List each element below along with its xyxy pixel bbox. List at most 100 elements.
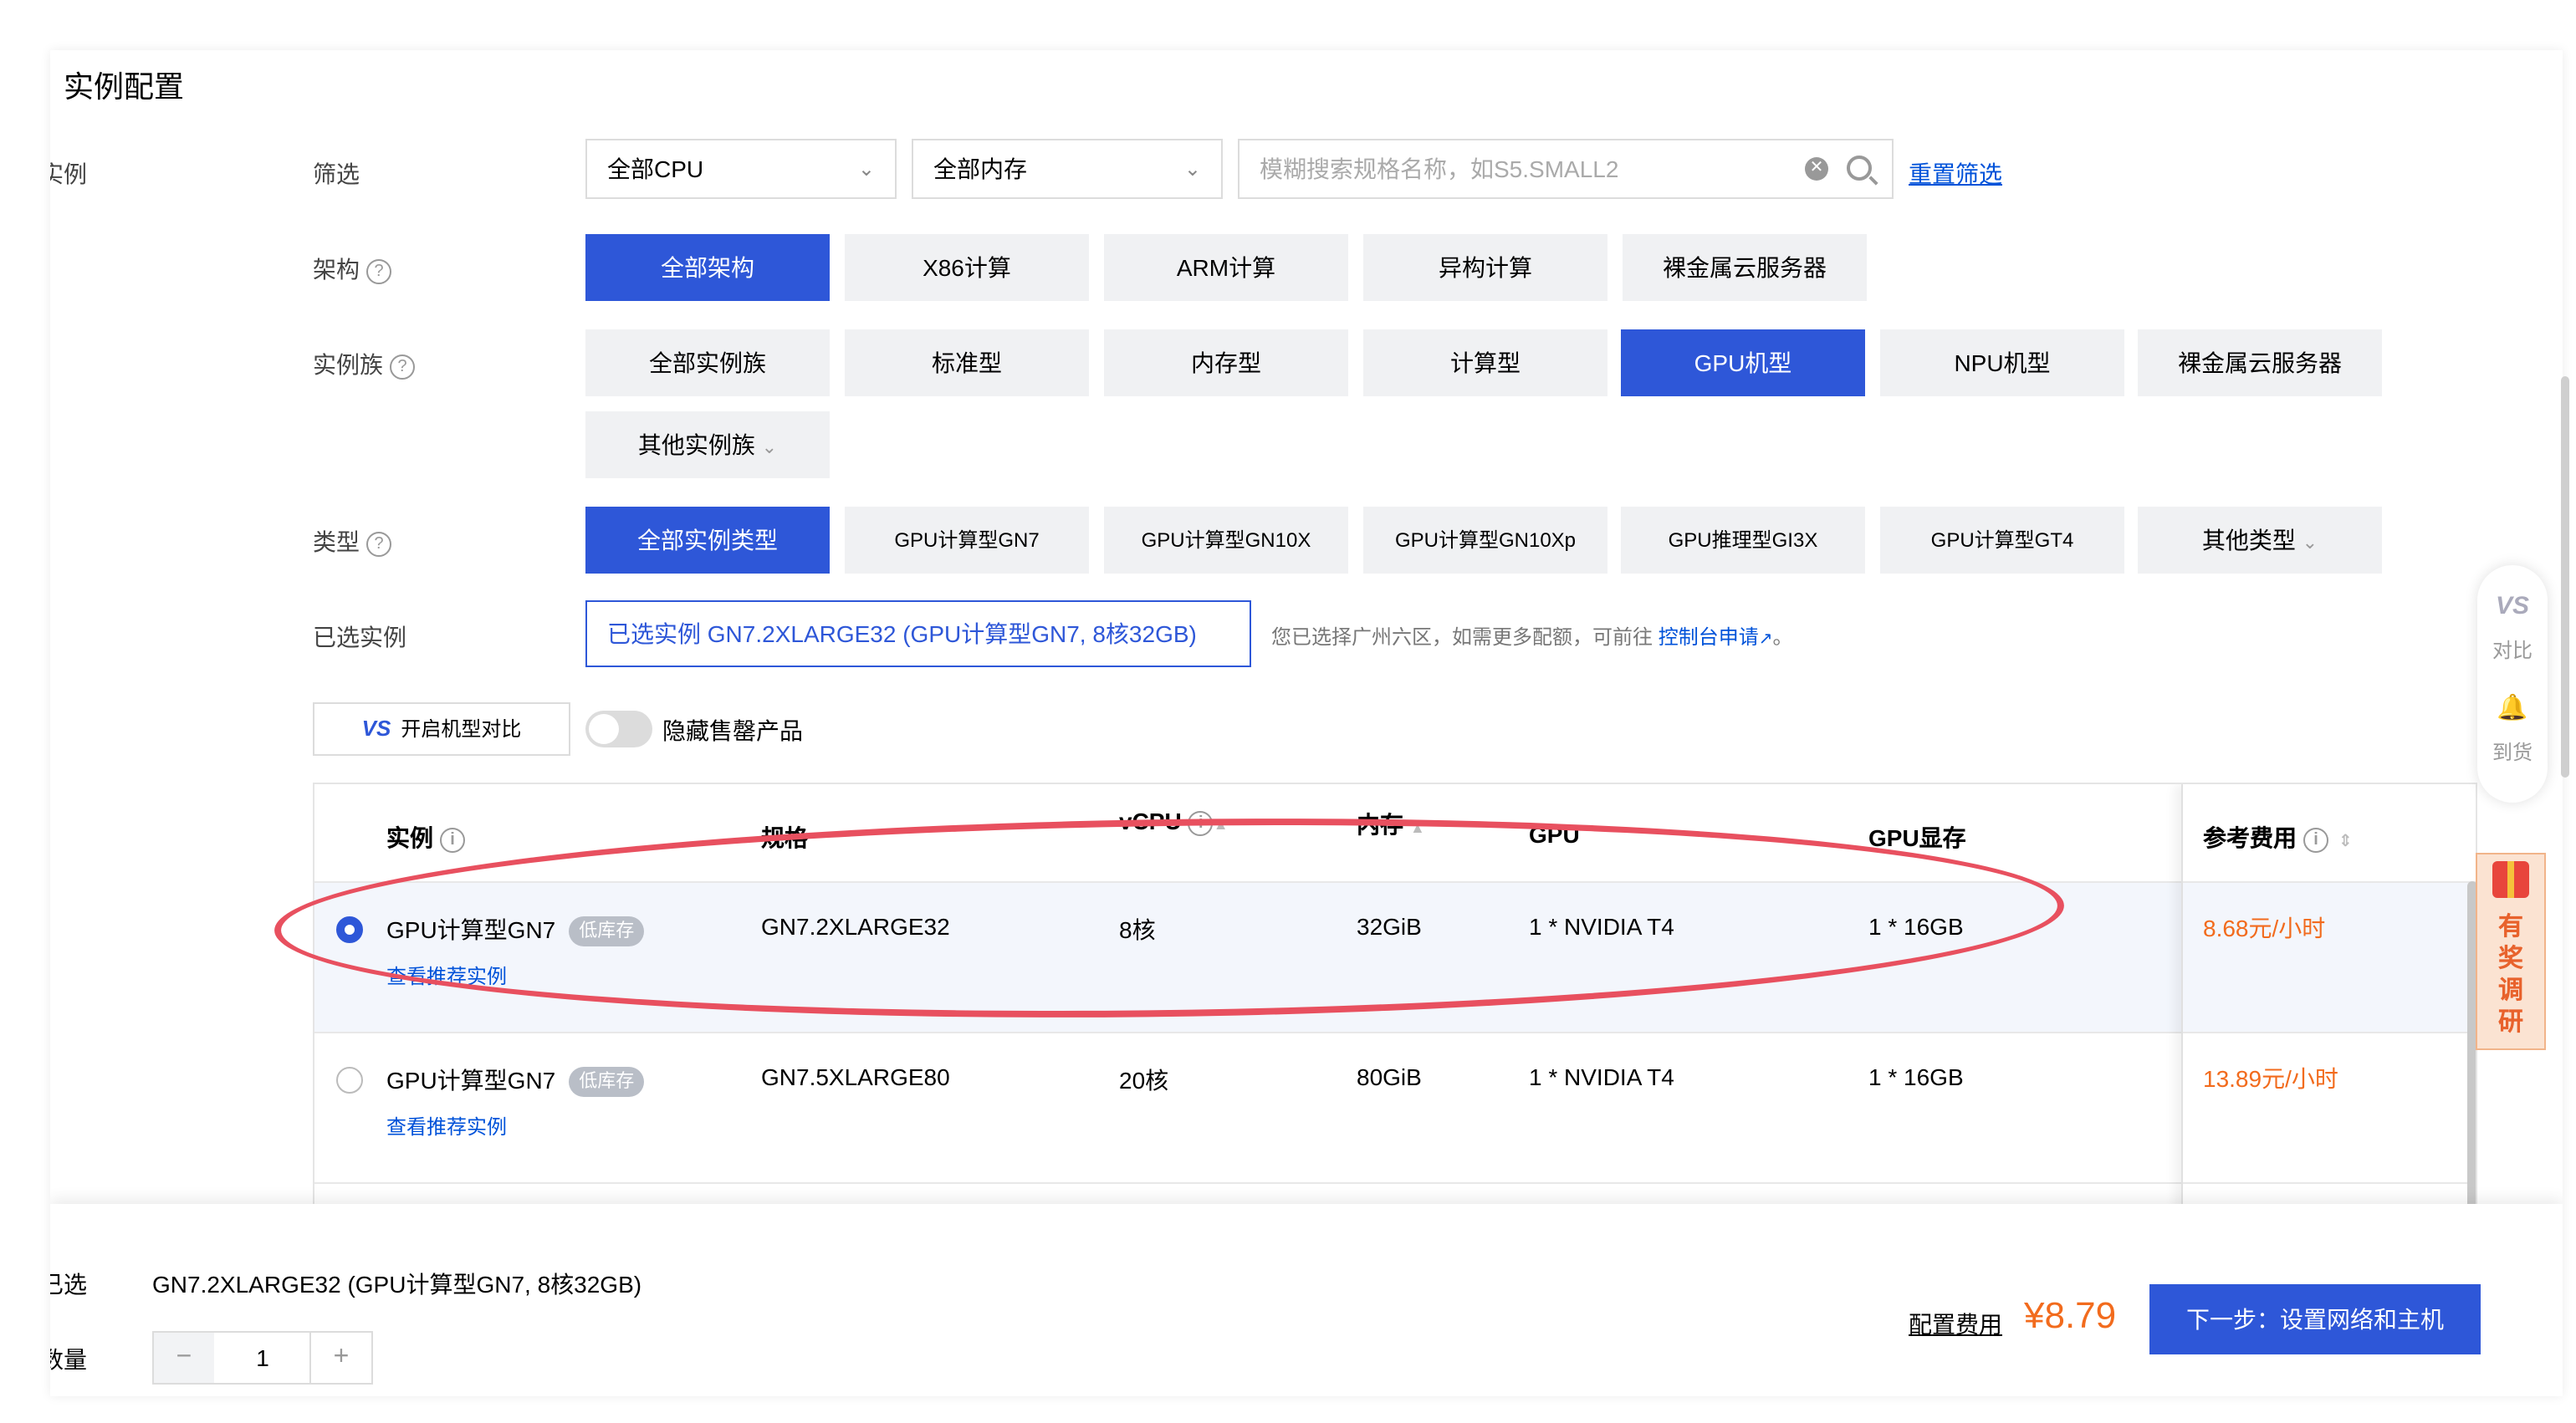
- header-instance-label: 实例: [386, 824, 433, 851]
- footer-selected-label: 已选: [50, 1271, 87, 1298]
- family-option-memory[interactable]: 内存型: [1104, 329, 1348, 396]
- sort-icon[interactable]: ⇕: [2338, 833, 2353, 851]
- footer-selected-value: GN7.2XLARGE32 (GPU计算型GN7, 8核32GB): [152, 1271, 642, 1298]
- side-toolbar: VS 对比 🔔 到货: [2477, 565, 2548, 803]
- table-row[interactable]: GPU计算型GN7 低库存 查看推荐实例 GN7.2XLARGE32 8核 32G…: [314, 881, 2181, 1032]
- family-option-npu[interactable]: NPU机型: [1880, 329, 2124, 396]
- vs-compare-icon[interactable]: VS: [2477, 592, 2548, 620]
- help-icon[interactable]: i: [440, 828, 465, 853]
- instance-config-panel: 实例配置 实例 筛选 全部CPU ⌄ 全部内存 ⌄ 模糊搜索规格名称，如S5.S…: [50, 50, 2563, 1396]
- chevron-down-icon: ⌄: [2302, 533, 2318, 553]
- memory-select-value: 全部内存: [933, 156, 1027, 182]
- help-icon[interactable]: i: [1188, 811, 1214, 836]
- compare-tool-label[interactable]: 对比: [2477, 635, 2548, 664]
- type-option-gn7[interactable]: GPU计算型GN7: [845, 507, 1089, 574]
- sort-icon[interactable]: ▲: [1410, 819, 1425, 836]
- price-cell: 13.89元/小时: [2203, 1065, 2338, 1092]
- vcpu-cell: 8核: [1119, 916, 1156, 943]
- help-icon[interactable]: ?: [366, 259, 391, 284]
- arch-option-hetero[interactable]: 异构计算: [1363, 234, 1607, 301]
- header-cost-label: 参考费用: [2203, 824, 2297, 851]
- row-radio[interactable]: [336, 1067, 363, 1094]
- footer-quantity-label: 数量: [50, 1346, 87, 1373]
- arch-option-all[interactable]: 全部架构: [585, 234, 830, 301]
- survey-tab[interactable]: 有奖调研: [2476, 853, 2546, 1050]
- memory-cell: 32GiB: [1357, 913, 1422, 940]
- arch-option-x86[interactable]: X86计算: [845, 234, 1089, 301]
- family-option-more[interactable]: 其他实例族 ⌄: [585, 411, 830, 478]
- reset-filter-link[interactable]: 重置筛选: [1909, 157, 2002, 191]
- recommend-link[interactable]: 查看推荐实例: [386, 961, 507, 990]
- type-option-gn10x[interactable]: GPU计算型GN10X: [1104, 507, 1348, 574]
- arch-label-text: 架构: [313, 256, 360, 283]
- vcpu-cell: 20核: [1119, 1067, 1169, 1094]
- recommend-link[interactable]: 查看推荐实例: [386, 1112, 507, 1140]
- clear-icon[interactable]: ✕: [1805, 157, 1828, 181]
- arch-option-baremetal[interactable]: 裸金属云服务器: [1623, 234, 1867, 301]
- compare-models-button[interactable]: VS 开启机型对比: [313, 702, 570, 756]
- quota-hint-text: 您已选择广州六区，如需更多配额，可前往: [1271, 625, 1653, 649]
- family-option-all[interactable]: 全部实例族: [585, 329, 830, 396]
- instance-name: GPU计算型GN7: [386, 916, 556, 943]
- page: 实例配置 实例 筛选 全部CPU ⌄ 全部内存 ⌄ 模糊搜索规格名称，如S5.S…: [0, 0, 2576, 1423]
- family-label-text: 实例族: [313, 351, 383, 378]
- instance-name: GPU计算型GN7: [386, 1067, 556, 1094]
- quantity-stepper: − 1 +: [152, 1331, 373, 1385]
- type-option-all[interactable]: 全部实例类型: [585, 507, 830, 574]
- config-fee-label[interactable]: 配置费用: [1909, 1308, 2002, 1341]
- type-option-gt4[interactable]: GPU计算型GT4: [1880, 507, 2124, 574]
- console-apply-link[interactable]: 控制台申请: [1659, 625, 1759, 649]
- gpu-mem-cell: 1 * 16GB: [1868, 1063, 1964, 1090]
- quantity-value[interactable]: 1: [214, 1333, 311, 1383]
- spec-cell: GN7.2XLARGE32: [761, 913, 950, 940]
- bell-icon[interactable]: 🔔: [2477, 692, 2548, 722]
- help-icon[interactable]: ?: [390, 354, 415, 380]
- search-icon[interactable]: [1847, 156, 1872, 181]
- help-icon[interactable]: i: [2303, 828, 2328, 853]
- left-label-instance: 实例: [50, 161, 87, 187]
- quota-hint-end: 。: [1772, 625, 1793, 649]
- type-label: 类型?: [313, 525, 391, 558]
- family-option-compute[interactable]: 计算型: [1363, 329, 1607, 396]
- cpu-select[interactable]: 全部CPU ⌄: [585, 139, 897, 199]
- selected-instance-box[interactable]: 已选实例 GN7.2XLARGE32 (GPU计算型GN7, 8核32GB): [585, 600, 1251, 667]
- table-row[interactable]: GPU计算型GN7 低库存 查看推荐实例 GN7.5XLARGE80 20核 80…: [314, 1032, 2181, 1182]
- notify-tool-label[interactable]: 到货: [2477, 737, 2548, 766]
- type-option-more[interactable]: 其他类型 ⌄: [2138, 507, 2382, 574]
- page-scrollbar[interactable]: [2561, 376, 2569, 778]
- arch-option-arm[interactable]: ARM计算: [1104, 234, 1348, 301]
- increment-button[interactable]: +: [309, 1333, 371, 1383]
- compare-models-label: 开启机型对比: [401, 717, 522, 741]
- chevron-down-icon: ⌄: [857, 157, 875, 181]
- row-radio[interactable]: [336, 916, 363, 943]
- family-option-standard[interactable]: 标准型: [845, 329, 1089, 396]
- price-cell: 8.68元/小时: [2203, 915, 2326, 941]
- memory-cell: 80GiB: [1357, 1063, 1422, 1090]
- external-link-icon: ↗: [1758, 630, 1773, 649]
- type-option-gn10xp[interactable]: GPU计算型GN10Xp: [1363, 507, 1607, 574]
- memory-select[interactable]: 全部内存 ⌄: [912, 139, 1223, 199]
- selected-instance-label: 已选实例: [313, 624, 406, 650]
- footer-bar: 已选 GN7.2XLARGE32 (GPU计算型GN7, 8核32GB) 数量 …: [50, 1204, 2563, 1396]
- next-step-button[interactable]: 下一步：设置网络和主机: [2149, 1284, 2481, 1354]
- sort-icon[interactable]: ▲: [1214, 816, 1229, 833]
- header-vcpu-label: vCPU: [1119, 808, 1182, 834]
- hide-soldout-toggle[interactable]: [585, 711, 652, 747]
- gpu-cell: 1 * NVIDIA T4: [1529, 1063, 1674, 1090]
- instance-name-cell: GPU计算型GN7 低库存: [386, 1063, 645, 1097]
- instance-name-cell: GPU计算型GN7 低库存: [386, 913, 645, 946]
- family-more-label: 其他实例族: [637, 431, 755, 458]
- help-icon[interactable]: ?: [366, 532, 391, 557]
- family-option-baremetal[interactable]: 裸金属云服务器: [2138, 329, 2382, 396]
- type-option-gi3x[interactable]: GPU推理型GI3X: [1621, 507, 1865, 574]
- header-gpu: GPU: [1529, 821, 1580, 848]
- decrement-button[interactable]: −: [154, 1333, 214, 1383]
- header-cost[interactable]: 参考费用 i ⇕: [2203, 821, 2353, 854]
- family-option-gpu[interactable]: GPU机型: [1621, 329, 1865, 396]
- chevron-down-icon: ⌄: [761, 438, 778, 458]
- header-memory-label: 内存: [1357, 811, 1403, 838]
- gpu-mem-cell: 1 * 16GB: [1868, 913, 1964, 940]
- header-vcpu[interactable]: vCPU i ▲: [1119, 808, 1229, 836]
- header-memory[interactable]: 内存 ▲: [1357, 808, 1425, 841]
- spec-search-input[interactable]: 模糊搜索规格名称，如S5.SMALL2 ✕: [1238, 139, 1894, 199]
